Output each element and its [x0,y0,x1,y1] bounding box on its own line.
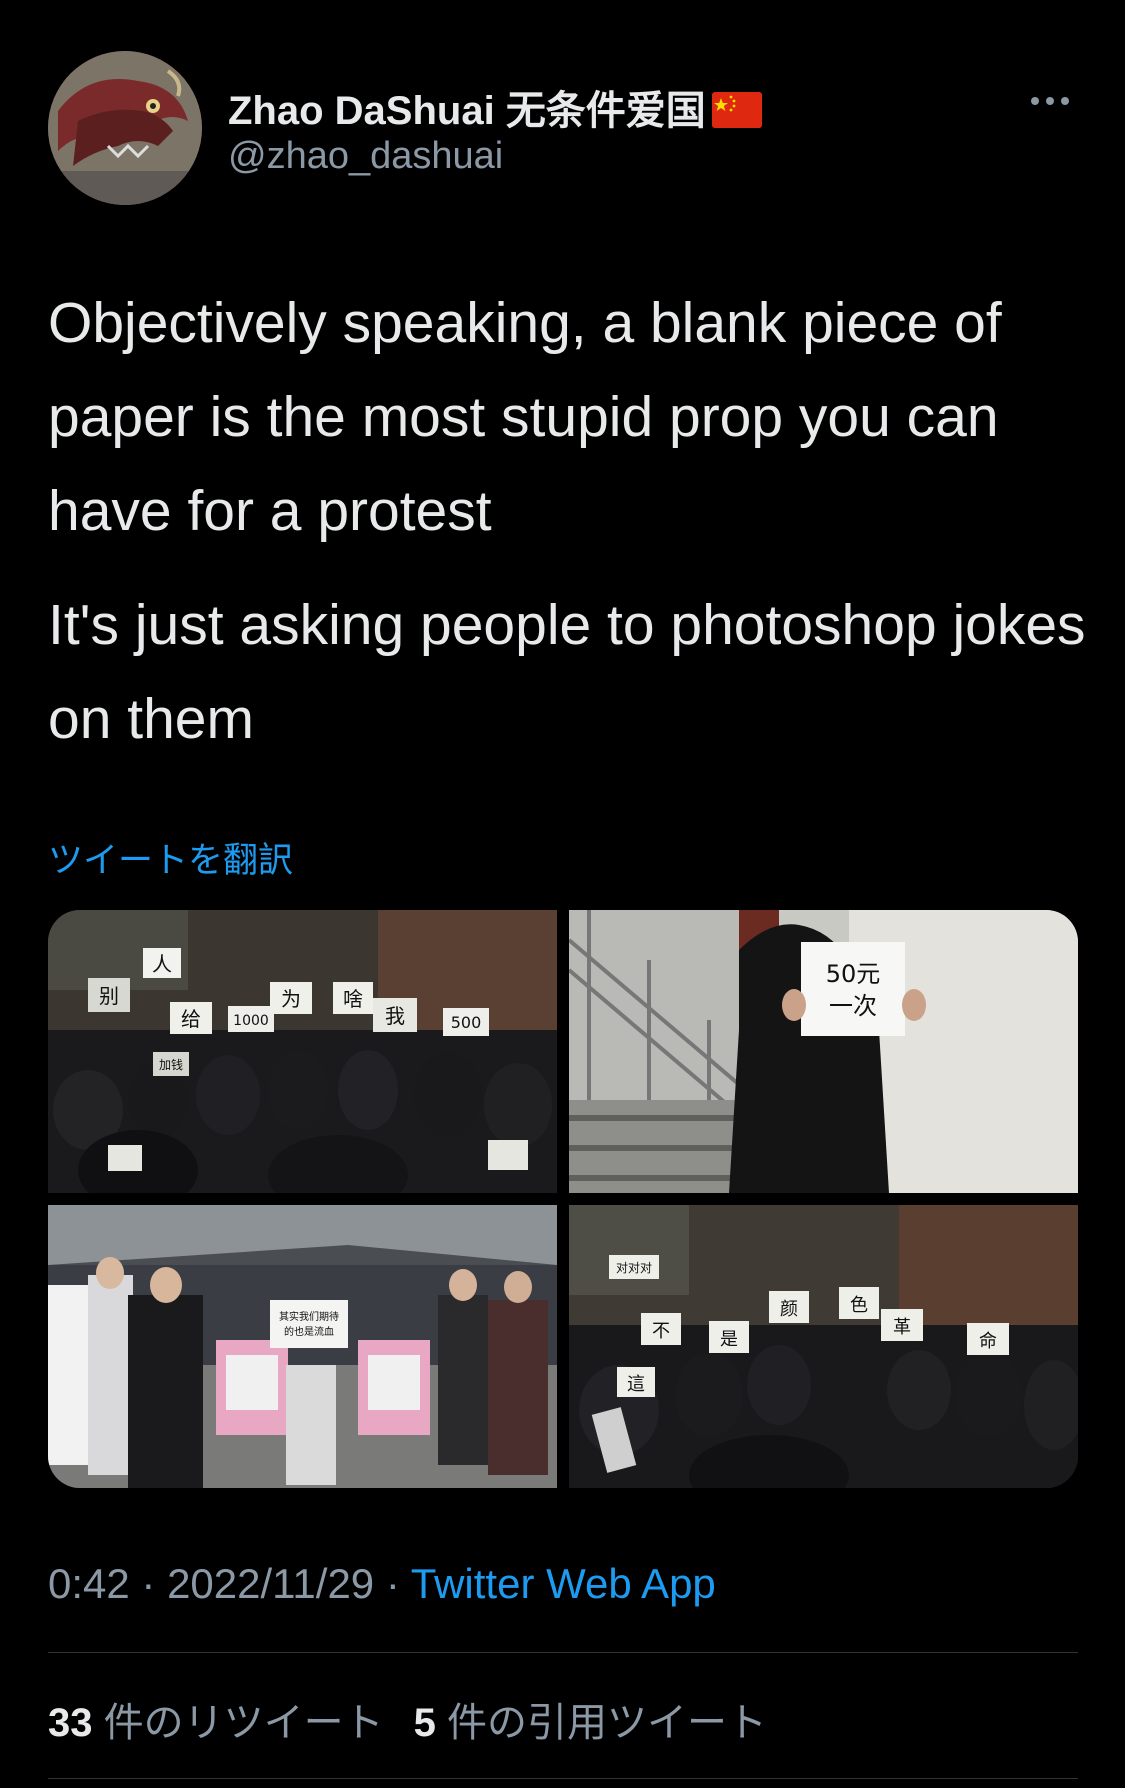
tweet-source-link[interactable]: Twitter Web App [411,1560,716,1607]
svg-text:是: 是 [720,1329,738,1350]
more-options-icon[interactable] [1028,86,1072,116]
protest-sign: 革 [881,1309,923,1341]
photo-protest-sign-2[interactable]: 50元 一次 [569,910,1078,1193]
quote-tweets-stat[interactable]: 5 件の引用ツイート [414,1701,767,1745]
photo-protest-sign-3[interactable]: 其实我们期待 的也是流血 [48,1205,557,1488]
protest-sign: 人 [143,948,181,978]
svg-text:革: 革 [893,1317,911,1338]
retweets-stat[interactable]: 33 件のリツイート [48,1701,384,1745]
svg-text:人: 人 [152,952,172,976]
quotes-label: 件の引用ツイート [447,1701,767,1745]
svg-text:命: 命 [979,1331,997,1352]
protest-sign: 色 [839,1287,879,1319]
user-handle[interactable]: @zhao_dashuai [228,135,503,178]
tweet-date[interactable]: 2022/11/29 [167,1560,374,1607]
protest-sign: 为 [270,982,312,1014]
svg-text:其实我们期待: 其实我们期待 [279,1310,339,1323]
svg-text:我: 我 [385,1004,405,1028]
divider [48,1652,1078,1653]
media-grid: 人 别 给 1000 为 啥 我 500 加钱 50元 一次 其实我们期待 的也… [48,910,1078,1488]
protest-sign: 500 [443,1008,489,1036]
retweets-label: 件のリツイート [103,1701,384,1745]
meta-separator: · [374,1560,411,1607]
protest-sign: 给 [170,1002,212,1034]
display-name[interactable]: Zhao DaShuai 无条件爱国 [228,78,762,136]
svg-text:不: 不 [652,1321,670,1342]
protest-sign: 命 [967,1323,1009,1355]
protest-sign: 啥 [333,982,373,1014]
display-name-text: Zhao DaShuai 无条件爱国 [228,89,706,133]
svg-text:给: 给 [181,1007,201,1031]
protest-sign: 颜 [769,1291,809,1323]
avatar[interactable] [48,51,202,205]
svg-text:一次: 一次 [829,992,877,1020]
tweet-time: 0:42 [48,1560,130,1607]
protest-sign: 加钱 [153,1052,189,1076]
svg-text:加钱: 加钱 [159,1057,183,1072]
protest-sign: 对对对 [609,1255,659,1279]
photo-protest-signs-4[interactable]: 对对对 不 是 颜 色 革 命 這 [569,1205,1078,1488]
protest-sign: 我 [373,998,417,1032]
tweet-paragraph: It's just asking people to photoshop jok… [48,593,1086,751]
tweet-stats: 33 件のリツイート 5 件の引用ツイート [48,1690,767,1748]
svg-text:500: 500 [451,1013,482,1032]
tweet-paragraph: Objectively speaking, a blank piece of p… [48,291,1002,543]
svg-text:色: 色 [850,1295,868,1316]
tweet-meta: 0:42 · 2022/11/29 · Twitter Web App [48,1560,716,1608]
protest-sign: 是 [709,1321,749,1353]
svg-text:对对对: 对对对 [616,1261,652,1275]
protest-sign: 這 [617,1367,655,1397]
svg-text:50元: 50元 [826,960,881,988]
photo-protest-signs-1[interactable]: 人 别 给 1000 为 啥 我 500 加钱 [48,910,557,1193]
svg-text:啥: 啥 [343,987,363,1011]
divider [48,1778,1078,1779]
retweets-count: 33 [48,1701,93,1745]
meta-separator: · [129,1560,168,1607]
protest-sign: 1000 [228,1006,274,1032]
protest-sign: 50元 一次 [801,942,905,1036]
svg-text:1000: 1000 [233,1013,269,1029]
china-flag-icon [711,92,762,128]
protest-sign: 别 [88,978,130,1012]
svg-text:颜: 颜 [780,1299,798,1320]
tweet-text: Objectively speaking, a blank piece of p… [48,276,1088,766]
svg-text:這: 這 [627,1374,645,1395]
svg-text:为: 为 [281,987,301,1011]
quotes-count: 5 [413,1701,436,1745]
svg-text:的也是流血: 的也是流血 [284,1325,334,1338]
translate-tweet-link[interactable]: ツイートを翻訳 [48,832,293,883]
dragon-avatar-icon [48,51,202,205]
svg-text:别: 别 [99,984,119,1008]
protest-sign: 不 [641,1313,681,1345]
protest-sign: 其实我们期待 的也是流血 [270,1300,348,1348]
